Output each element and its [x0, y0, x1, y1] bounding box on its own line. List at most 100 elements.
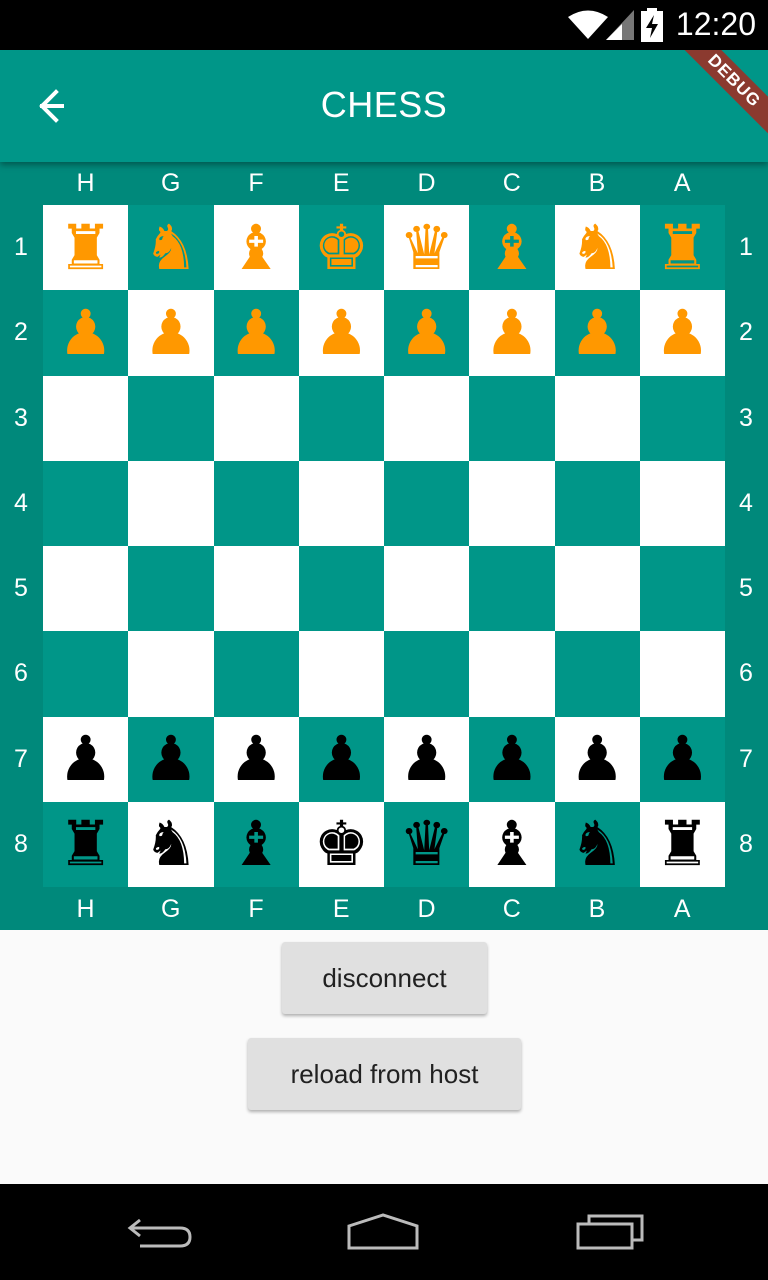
board-square-b5[interactable] [554, 546, 640, 632]
board-square-e7[interactable]: ♟ [298, 716, 384, 802]
board-square-f1[interactable]: ♝ [213, 205, 299, 291]
black-knight-piece[interactable]: ♞ [143, 813, 199, 875]
orange-bishop-piece[interactable]: ♝ [228, 216, 284, 279]
board-square-a1[interactable]: ♜ [639, 205, 725, 291]
board-square-d7[interactable]: ♟ [384, 716, 470, 802]
orange-pawn-piece[interactable]: ♟ [399, 301, 455, 364]
board-square-h5[interactable] [43, 546, 129, 632]
board-square-d5[interactable] [384, 546, 470, 632]
black-pawn-piece[interactable]: ♟ [569, 728, 625, 790]
board-square-b8[interactable]: ♞ [554, 801, 640, 887]
board-square-h7[interactable]: ♟ [43, 716, 129, 802]
board-square-f3[interactable] [213, 375, 299, 461]
black-pawn-piece[interactable]: ♟ [314, 728, 370, 790]
orange-pawn-piece[interactable]: ♟ [143, 301, 199, 364]
black-pawn-piece[interactable]: ♟ [655, 728, 711, 790]
orange-pawn-piece[interactable]: ♟ [569, 301, 625, 364]
board-square-b6[interactable] [554, 631, 640, 717]
board-square-a7[interactable]: ♟ [639, 716, 725, 802]
black-pawn-piece[interactable]: ♟ [228, 728, 284, 790]
board-square-g3[interactable] [128, 375, 214, 461]
board-square-e8[interactable]: ♚ [298, 801, 384, 887]
disconnect-button[interactable]: disconnect [282, 942, 487, 1014]
board-square-g4[interactable] [128, 460, 214, 546]
board-square-e1[interactable]: ♚ [298, 205, 384, 291]
board-square-d4[interactable] [384, 460, 470, 546]
board-square-c8[interactable]: ♝ [469, 801, 555, 887]
board-square-a5[interactable] [639, 546, 725, 632]
orange-pawn-piece[interactable]: ♟ [228, 301, 284, 364]
orange-knight-piece[interactable]: ♞ [569, 216, 625, 279]
orange-rook-piece[interactable]: ♜ [655, 216, 711, 279]
orange-pawn-piece[interactable]: ♟ [484, 301, 540, 364]
board-square-e3[interactable] [298, 375, 384, 461]
board-square-e2[interactable]: ♟ [298, 290, 384, 376]
board-square-c1[interactable]: ♝ [469, 205, 555, 291]
board-square-h4[interactable] [43, 460, 129, 546]
black-pawn-piece[interactable]: ♟ [399, 728, 455, 790]
orange-pawn-piece[interactable]: ♟ [314, 301, 370, 364]
board-square-g6[interactable] [128, 631, 214, 717]
board-square-c6[interactable] [469, 631, 555, 717]
reload-from-host-button[interactable]: reload from host [248, 1038, 521, 1110]
black-pawn-piece[interactable]: ♟ [484, 728, 540, 790]
board-square-b2[interactable]: ♟ [554, 290, 640, 376]
board-square-d1[interactable]: ♛ [384, 205, 470, 291]
orange-bishop-piece[interactable]: ♝ [484, 216, 540, 279]
board-square-b7[interactable]: ♟ [554, 716, 640, 802]
board-square-f5[interactable] [213, 546, 299, 632]
board-square-d8[interactable]: ♛ [384, 801, 470, 887]
board-square-h8[interactable]: ♜ [43, 801, 129, 887]
board-square-g5[interactable] [128, 546, 214, 632]
board-square-h6[interactable] [43, 631, 129, 717]
board-square-f4[interactable] [213, 460, 299, 546]
board-square-f8[interactable]: ♝ [213, 801, 299, 887]
board-square-e6[interactable] [298, 631, 384, 717]
board-square-f2[interactable]: ♟ [213, 290, 299, 376]
board-square-c2[interactable]: ♟ [469, 290, 555, 376]
back-nav-icon[interactable] [126, 1212, 194, 1252]
orange-queen-piece[interactable]: ♛ [399, 216, 455, 279]
black-queen-piece[interactable]: ♛ [399, 813, 455, 875]
black-knight-piece[interactable]: ♞ [569, 813, 625, 875]
board-square-c7[interactable]: ♟ [469, 716, 555, 802]
board-square-d3[interactable] [384, 375, 470, 461]
black-pawn-piece[interactable]: ♟ [143, 728, 199, 790]
black-rook-piece[interactable]: ♜ [655, 813, 711, 875]
board-square-b4[interactable] [554, 460, 640, 546]
board-square-h2[interactable]: ♟ [43, 290, 129, 376]
black-rook-piece[interactable]: ♜ [58, 813, 114, 875]
recents-nav-icon[interactable] [575, 1212, 645, 1252]
board-square-g2[interactable]: ♟ [128, 290, 214, 376]
board-square-c4[interactable] [469, 460, 555, 546]
board-square-f6[interactable] [213, 631, 299, 717]
board-square-a4[interactable] [639, 460, 725, 546]
board-square-a8[interactable]: ♜ [639, 801, 725, 887]
orange-pawn-piece[interactable]: ♟ [58, 301, 114, 364]
board-square-b1[interactable]: ♞ [554, 205, 640, 291]
board-square-e5[interactable] [298, 546, 384, 632]
board-square-h3[interactable] [43, 375, 129, 461]
board-square-g7[interactable]: ♟ [128, 716, 214, 802]
board-square-d6[interactable] [384, 631, 470, 717]
home-nav-icon[interactable] [346, 1212, 420, 1252]
board-square-a2[interactable]: ♟ [639, 290, 725, 376]
black-king-piece[interactable]: ♚ [314, 813, 370, 875]
orange-rook-piece[interactable]: ♜ [58, 216, 114, 279]
board-square-c3[interactable] [469, 375, 555, 461]
black-bishop-piece[interactable]: ♝ [484, 813, 540, 875]
board-square-a3[interactable] [639, 375, 725, 461]
board-square-b3[interactable] [554, 375, 640, 461]
board-square-d2[interactable]: ♟ [384, 290, 470, 376]
orange-pawn-piece[interactable]: ♟ [655, 301, 711, 364]
black-bishop-piece[interactable]: ♝ [228, 813, 284, 875]
black-pawn-piece[interactable]: ♟ [58, 728, 114, 790]
orange-knight-piece[interactable]: ♞ [143, 216, 199, 279]
board-square-e4[interactable] [298, 460, 384, 546]
board-square-a6[interactable] [639, 631, 725, 717]
board-square-g1[interactable]: ♞ [128, 205, 214, 291]
board-square-f7[interactable]: ♟ [213, 716, 299, 802]
board-square-h1[interactable]: ♜ [43, 205, 129, 291]
board-square-c5[interactable] [469, 546, 555, 632]
orange-king-piece[interactable]: ♚ [314, 216, 370, 279]
